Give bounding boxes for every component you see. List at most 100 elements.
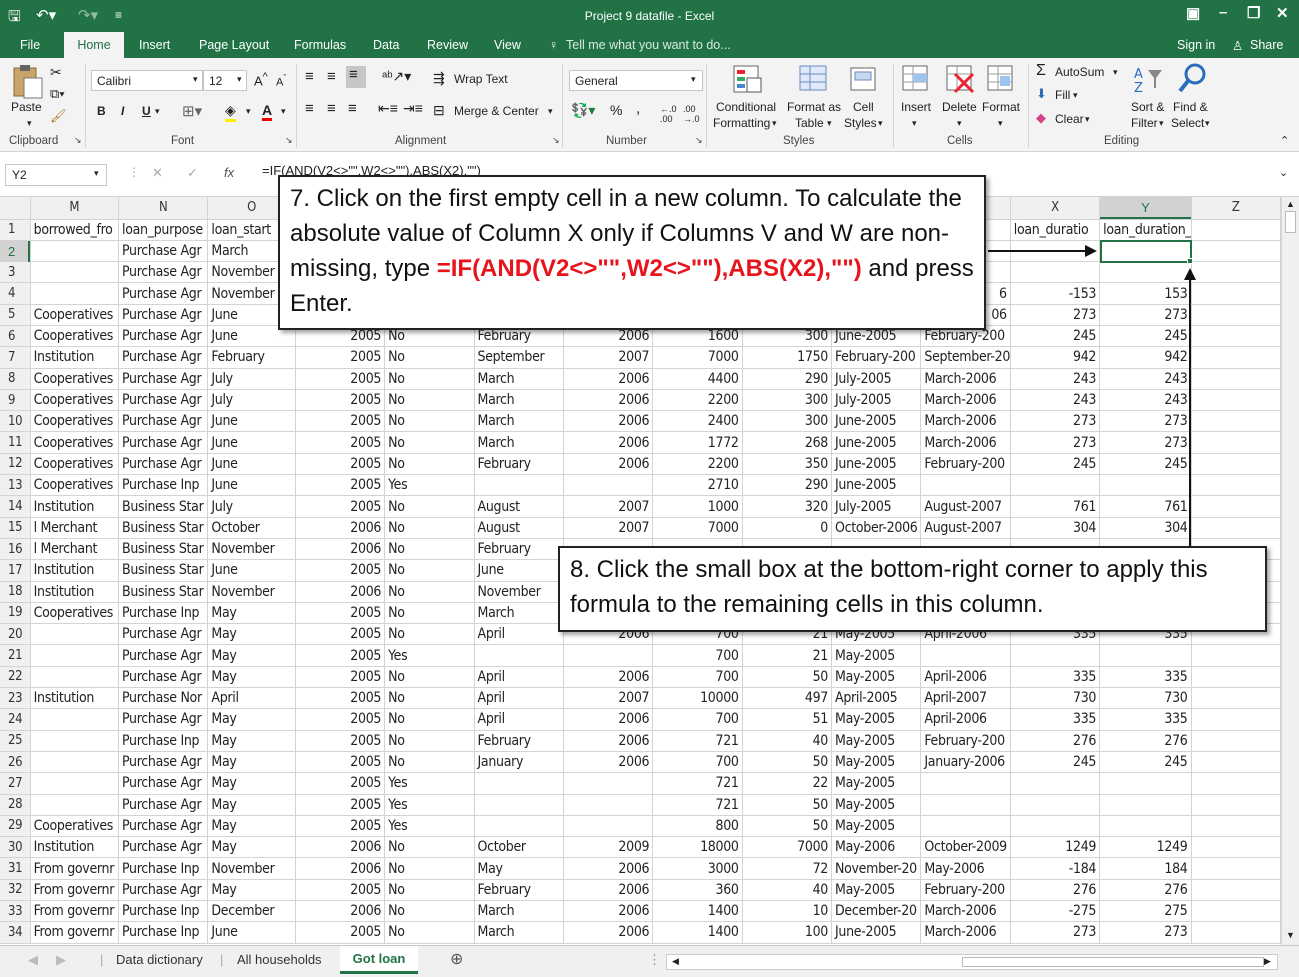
tab-page-layout[interactable]: Page Layout: [199, 38, 269, 52]
cell[interactable]: 276: [1099, 730, 1192, 752]
close-button[interactable]: ✕: [1276, 4, 1289, 22]
cell[interactable]: October-2009: [920, 836, 1011, 859]
cell[interactable]: 100: [742, 921, 833, 944]
font-name-select[interactable]: Calibri: [91, 70, 203, 91]
cell[interactable]: [1191, 240, 1281, 263]
cell[interactable]: Cooperatives: [30, 325, 120, 348]
merge-center-button[interactable]: Merge & Center: [454, 104, 539, 118]
cell[interactable]: 2006: [563, 751, 654, 774]
format-as-table-label[interactable]: Format as: [787, 100, 841, 114]
cell[interactable]: October: [207, 517, 296, 539]
row-header[interactable]: 30: [0, 836, 31, 859]
cell[interactable]: February-200: [920, 879, 1011, 902]
cell[interactable]: Purchase Agr: [118, 623, 209, 646]
cell[interactable]: [920, 772, 1011, 795]
cell[interactable]: Purchase Agr: [118, 815, 209, 838]
cell[interactable]: 51: [742, 708, 833, 731]
cell[interactable]: November-20: [831, 857, 922, 880]
cell[interactable]: August: [474, 495, 564, 518]
row-header[interactable]: 34: [0, 921, 31, 944]
cell[interactable]: April: [474, 666, 564, 689]
cell[interactable]: May: [207, 644, 296, 667]
cell[interactable]: 700: [652, 644, 743, 667]
cell[interactable]: Purchase Inp: [118, 602, 209, 625]
cell[interactable]: 2005: [295, 687, 386, 710]
cell-styles-label[interactable]: Cell: [853, 100, 874, 114]
row-header[interactable]: 1: [0, 219, 31, 241]
cell[interactable]: 2005: [295, 495, 386, 518]
cell[interactable]: March-2006: [920, 410, 1011, 433]
cell[interactable]: June: [207, 474, 296, 497]
cell[interactable]: 2005: [295, 368, 386, 390]
cell[interactable]: May-2005: [831, 794, 922, 816]
cell[interactable]: April: [474, 623, 564, 646]
cell[interactable]: [563, 644, 654, 667]
cell[interactable]: March-2006: [920, 900, 1011, 923]
cell[interactable]: [30, 730, 120, 752]
row-header[interactable]: 29: [0, 815, 31, 838]
cell[interactable]: May: [207, 794, 296, 816]
format-as-table-icon[interactable]: [798, 64, 830, 96]
cell[interactable]: 721: [652, 794, 743, 816]
cell[interactable]: Institution: [30, 346, 120, 369]
cell[interactable]: 2200: [652, 389, 743, 412]
cell[interactable]: 2005: [295, 623, 386, 646]
cell[interactable]: 2006: [563, 730, 654, 752]
cell[interactable]: April-2005: [831, 687, 922, 710]
cell[interactable]: [474, 474, 564, 497]
row-header[interactable]: 4: [0, 282, 31, 305]
delete-cells-icon[interactable]: [945, 64, 977, 96]
cell[interactable]: [1191, 815, 1281, 838]
cell[interactable]: 350: [742, 453, 833, 476]
cell[interactable]: [1099, 474, 1192, 497]
cell[interactable]: [1191, 346, 1281, 369]
cell[interactable]: [1191, 666, 1281, 689]
cell[interactable]: Purchase Nor: [118, 687, 209, 710]
cell[interactable]: [1191, 304, 1281, 326]
ribbon-display-icon[interactable]: ▣: [1186, 4, 1200, 22]
cell[interactable]: May: [207, 730, 296, 752]
cell[interactable]: 245: [1010, 453, 1101, 476]
cell[interactable]: No: [384, 538, 475, 561]
format-painter-icon[interactable]: 🖌: [50, 108, 67, 124]
cell[interactable]: Cooperatives: [30, 389, 120, 412]
cell[interactable]: May: [207, 708, 296, 731]
cell[interactable]: [920, 644, 1011, 667]
cell[interactable]: 50: [742, 794, 833, 816]
row-header[interactable]: 14: [0, 495, 31, 518]
cell[interactable]: 2006: [563, 921, 654, 944]
cell[interactable]: Purchase Agr: [118, 240, 209, 263]
cell[interactable]: May: [207, 623, 296, 646]
cell[interactable]: Yes: [384, 815, 475, 838]
cell[interactable]: 245: [1099, 751, 1192, 774]
row-header[interactable]: 33: [0, 900, 31, 923]
cell[interactable]: June-2005: [831, 921, 922, 944]
cell[interactable]: March: [474, 389, 564, 412]
cell[interactable]: [1191, 389, 1281, 412]
cell[interactable]: May-2005: [831, 772, 922, 795]
cell[interactable]: 245: [1099, 453, 1192, 476]
currency-icon[interactable]: 💱▾: [571, 102, 595, 119]
cell[interactable]: June: [207, 431, 296, 454]
row-header[interactable]: 24: [0, 708, 31, 731]
cell[interactable]: 243: [1099, 389, 1192, 412]
font-color-icon[interactable]: A: [262, 102, 273, 121]
cell[interactable]: January-2006: [920, 751, 1011, 774]
row-header[interactable]: 8: [0, 368, 31, 390]
cell[interactable]: 2007: [563, 495, 654, 518]
cell[interactable]: 2005: [295, 708, 386, 731]
cell[interactable]: 2005: [295, 751, 386, 774]
cell[interactable]: [1191, 879, 1281, 902]
cell[interactable]: [1191, 708, 1281, 731]
cell[interactable]: 273: [1010, 921, 1101, 944]
cell[interactable]: Business Star: [118, 495, 209, 518]
cell[interactable]: 40: [742, 879, 833, 902]
cell[interactable]: 730: [1099, 687, 1192, 710]
cell[interactable]: 2005: [295, 794, 386, 816]
tab-file[interactable]: File: [20, 38, 40, 52]
cell[interactable]: 700: [652, 666, 743, 689]
cell[interactable]: Purchase Agr: [118, 389, 209, 412]
cell[interactable]: Purchase Agr: [118, 879, 209, 902]
minimize-button[interactable]: –: [1219, 4, 1227, 21]
cell[interactable]: loan_purpose: [118, 219, 209, 241]
